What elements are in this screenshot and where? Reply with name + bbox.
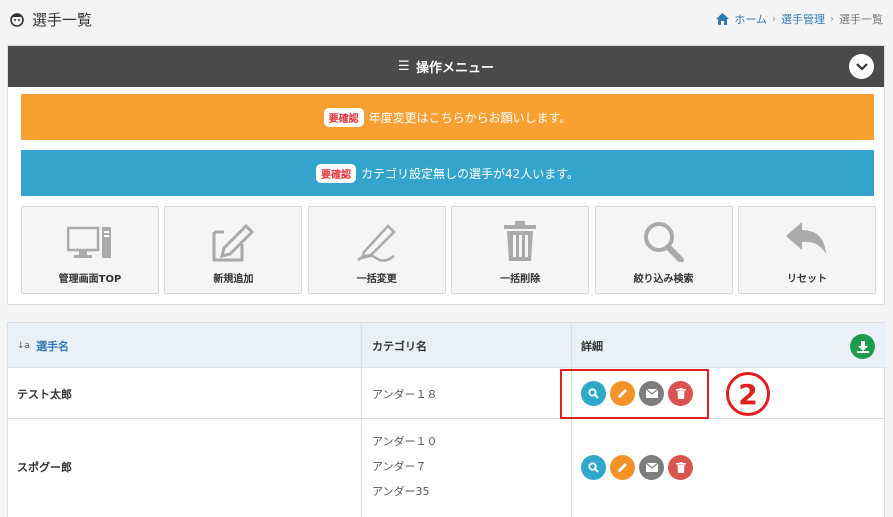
- breadcrumb-players-link[interactable]: 選手管理: [781, 11, 825, 27]
- search-icon: [588, 461, 599, 473]
- column-divider: [571, 323, 572, 517]
- confirm-badge: 要確認: [315, 163, 356, 183]
- chevron-down-icon: [855, 62, 868, 71]
- column-divider: [361, 323, 362, 517]
- row-actions: [581, 419, 693, 515]
- monitor-icon: [67, 226, 111, 258]
- confirm-badge: 要確認: [323, 107, 364, 127]
- collapse-menu-button[interactable]: [849, 54, 874, 79]
- operation-menu-title: 操作メニュー: [415, 61, 494, 76]
- home-icon: [716, 13, 730, 25]
- reset-tile[interactable]: リセット: [737, 206, 876, 294]
- category-cell: アンダー１０: [372, 435, 438, 448]
- page-title: 選手一覧: [32, 10, 93, 29]
- chevron-right-icon: ›: [772, 13, 776, 25]
- year-change-notice-text: 年度変更はこちらからお願いします。: [368, 110, 572, 125]
- pen-icon: [357, 224, 396, 262]
- category-cell: アンダー７: [372, 460, 427, 473]
- new-add-label: 新規追加: [213, 274, 254, 285]
- page-header: 選手一覧 ホーム › 選手管理 › 選手一覧: [0, 0, 893, 38]
- envelope-icon: [645, 462, 658, 472]
- player-icon: [10, 13, 24, 27]
- filter-search-label: 絞り込み検索: [633, 274, 694, 285]
- search-icon: [643, 222, 684, 262]
- bulk-change-tile[interactable]: 一括変更: [307, 206, 446, 294]
- category-missing-notice[interactable]: 要確認 カテゴリ設定無しの選手が42人います。: [21, 150, 874, 196]
- operation-menu-panel: ☰ 操作メニュー 要確認 年度変更はこちらからお願いします。 要確認 カテゴリ設…: [7, 45, 885, 305]
- page-title-wrap: 選手一覧: [8, 9, 92, 30]
- trash-icon: [504, 221, 537, 261]
- column-header-detail: 詳細: [581, 339, 603, 353]
- bulk-delete-label: 一括削除: [500, 274, 541, 285]
- step-marker: 2: [726, 372, 770, 416]
- download-button[interactable]: [850, 334, 875, 359]
- highlight-box: [560, 369, 709, 419]
- player-name-cell: スポグー郎: [17, 461, 72, 474]
- row-divider: [8, 418, 886, 419]
- column-header-name: 選手名: [36, 339, 70, 353]
- bulk-change-label: 一括変更: [356, 274, 397, 285]
- category-missing-notice-text: カテゴリ設定無しの選手が42人います。: [360, 166, 580, 181]
- sort-icon: ↓a: [17, 340, 31, 351]
- admin-top-tile[interactable]: 管理画面TOP: [21, 206, 159, 294]
- pencil-icon: [618, 462, 627, 472]
- mail-button[interactable]: [639, 454, 664, 480]
- menu-tiles: 管理画面TOP 新規追加 一括変更 一括削除 絞り込み検索 リセット: [21, 206, 876, 294]
- players-table: ↓a 選手名 カテゴリ名 詳細 テスト太郎 アンダー１８ スポグー郎 アンダー１…: [7, 322, 886, 517]
- breadcrumb: ホーム › 選手管理 › 選手一覧: [716, 11, 883, 27]
- chevron-right-icon: ›: [830, 13, 834, 25]
- view-button[interactable]: [581, 454, 606, 480]
- category-cell: アンダー１８: [372, 387, 438, 401]
- new-add-tile[interactable]: 新規追加: [164, 206, 303, 294]
- admin-top-label: 管理画面TOP: [58, 274, 122, 285]
- edit-icon: [212, 223, 255, 262]
- breadcrumb-home-link[interactable]: ホーム: [734, 11, 767, 27]
- action-buttons: [581, 454, 693, 480]
- table-header-row: [8, 323, 886, 368]
- player-name-cell: テスト太郎: [17, 387, 72, 401]
- undo-icon: [785, 222, 826, 254]
- year-change-notice[interactable]: 要確認 年度変更はこちらからお願いします。: [21, 94, 874, 140]
- bars-icon: ☰: [397, 59, 410, 74]
- filter-search-tile[interactable]: 絞り込み検索: [594, 206, 733, 294]
- reset-label: リセット: [786, 274, 827, 285]
- column-header-category: カテゴリ名: [372, 339, 427, 353]
- download-icon: [856, 340, 869, 353]
- edit-button[interactable]: [610, 454, 635, 480]
- category-cell: アンダー35: [372, 485, 430, 498]
- delete-button[interactable]: [668, 454, 693, 480]
- bulk-delete-tile[interactable]: 一括削除: [451, 206, 590, 294]
- breadcrumb-current: 選手一覧: [839, 13, 883, 26]
- operation-menu-bar: ☰ 操作メニュー: [8, 46, 884, 87]
- trash-icon: [675, 461, 686, 473]
- sort-name-header[interactable]: ↓a 選手名: [17, 323, 69, 368]
